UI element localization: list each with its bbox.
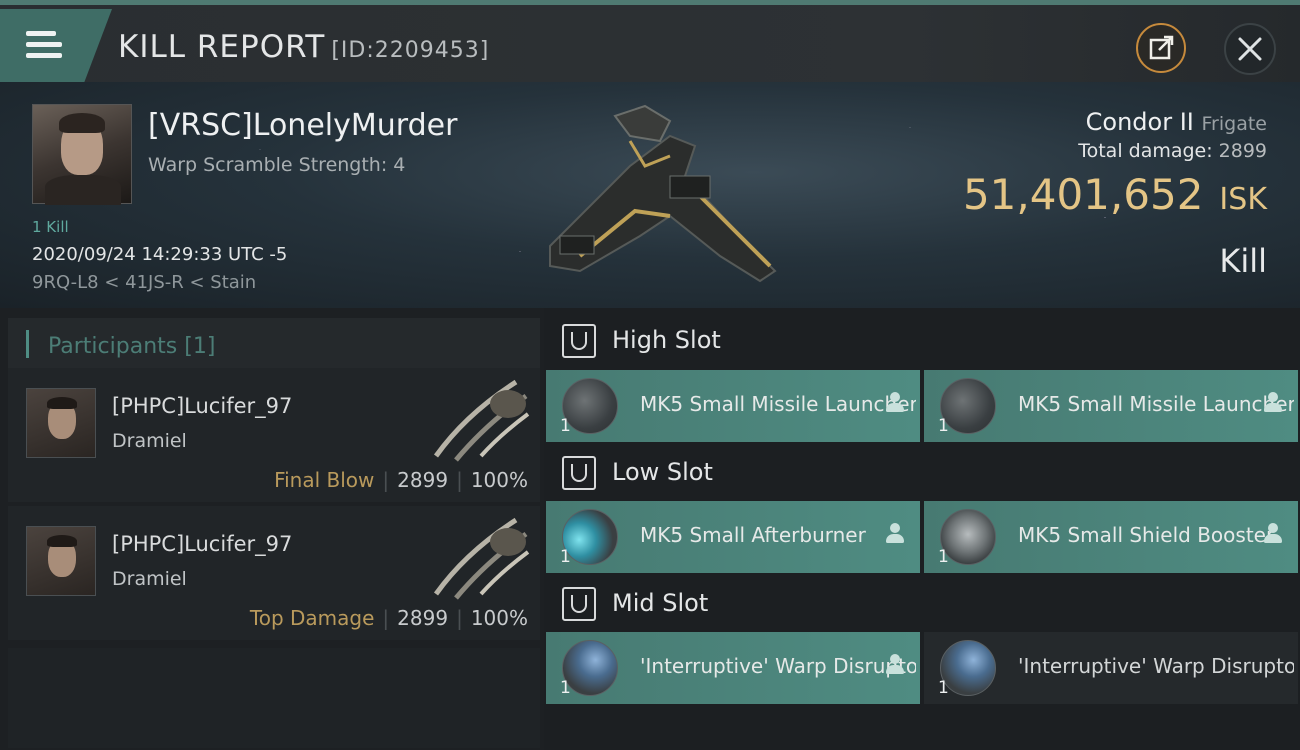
participant-avatar[interactable]: [26, 526, 96, 596]
kill-location: 9RQ-L8 < 41JS-R < Stain: [32, 272, 257, 293]
high-slot-label: High Slot: [612, 326, 721, 354]
dramiel-ship-icon: [433, 517, 530, 600]
share-external-icon[interactable]: [1138, 25, 1184, 71]
participant-ship: Dramiel: [112, 568, 187, 590]
person-icon: [1264, 392, 1282, 414]
kill-report-header: KILL REPORT [ID:2209453]: [0, 0, 1300, 83]
kill-result: Kill: [1219, 242, 1267, 280]
victim-ship-image: [549, 104, 777, 283]
mid-slot-label: Mid Slot: [612, 589, 709, 617]
total-damage-value: 2899: [1218, 140, 1267, 162]
module-slot[interactable]: 1 MK5 Small Missile Launcher: [924, 370, 1298, 442]
participant-row[interactable]: [PHPC]Lucifer_97 Dramiel Top Damage | 2899…: [8, 506, 540, 640]
dramiel-ship-icon: [433, 379, 530, 462]
participants-header: Participants [1]: [8, 318, 540, 368]
menu-button[interactable]: [0, 9, 112, 83]
top-damage-tag: Top Damage: [249, 606, 375, 630]
person-icon: [886, 523, 904, 545]
isk-unit: ISK: [1219, 182, 1267, 217]
participant-damage: 2899: [397, 468, 449, 492]
module-slot[interactable]: 1 MK5 Small Afterburner: [546, 501, 920, 573]
module-quantity: 1: [560, 678, 571, 698]
module-name: MK5 Small Missile Launcher: [1018, 392, 1294, 416]
victim-avatar[interactable]: [32, 104, 132, 205]
participant-name[interactable]: [PHPC]Lucifer_97: [112, 394, 292, 418]
module-name: MK5 Small Missile Launcher: [640, 392, 916, 416]
participant-name[interactable]: [PHPC]Lucifer_97: [112, 532, 292, 556]
module-name: MK5 Small Afterburner: [640, 523, 866, 547]
title-text: KILL REPORT: [118, 29, 326, 65]
module-quantity: 1: [560, 547, 571, 567]
close-button[interactable]: [1224, 23, 1276, 75]
participants-empty-area: [8, 648, 540, 748]
person-icon: [1264, 523, 1282, 545]
participants-panel: Participants [1] [PHPC]Lucifer_97 Dramie…: [0, 308, 544, 750]
page-title: KILL REPORT [ID:2209453]: [118, 29, 489, 65]
participant-stats: Top Damage | 2899 | 100%: [249, 606, 528, 630]
final-blow-tag: Final Blow: [274, 468, 375, 492]
module-slot[interactable]: 1 MK5 Small Shield Booster: [924, 501, 1298, 573]
kill-timestamp: 2020/09/24 14:29:33 UTC -5: [32, 244, 288, 265]
low-slot-icon: [562, 456, 596, 490]
participant-row[interactable]: [PHPC]Lucifer_97 Dramiel Final Blow | 2899…: [8, 368, 540, 502]
victim-banner: [VRSC]LonelyMurder Warp Scramble Strengt…: [0, 82, 1300, 308]
participant-ship: Dramiel: [112, 430, 187, 452]
isk-value: 51,401,652: [962, 170, 1204, 219]
module-name: 'Interruptive' Warp Disruptor: [640, 654, 916, 678]
participant-stats: Final Blow | 2899 | 100%: [274, 468, 528, 492]
warp-scramble-strength: Warp Scramble Strength: 4: [148, 154, 406, 176]
module-slot[interactable]: 1 'Interruptive' Warp Disruptor: [924, 632, 1298, 704]
high-slot-header: High Slot: [544, 308, 1300, 370]
module-name: MK5 Small Shield Booster: [1018, 523, 1275, 547]
total-damage: Total damage: 2899: [1078, 140, 1267, 162]
isk-value-line: 51,401,652 ISK: [963, 170, 1267, 219]
module-quantity: 1: [938, 678, 949, 698]
mid-slot-header: Mid Slot: [544, 571, 1300, 633]
low-slot-header: Low Slot: [544, 440, 1300, 502]
participants-label: Participants: [48, 334, 178, 359]
participant-avatar[interactable]: [26, 388, 96, 458]
participant-percent: 100%: [470, 606, 528, 630]
ship-class: Frigate: [1201, 113, 1267, 135]
person-icon: [886, 392, 904, 414]
participants-title: Participants [1]: [48, 334, 215, 359]
person-icon: [886, 654, 904, 676]
module-quantity: 1: [560, 416, 571, 436]
module-name: 'Interruptive' Warp Disruptor: [1018, 654, 1294, 678]
low-slot-label: Low Slot: [612, 458, 713, 486]
fitting-panel: High Slot 1 MK5 Small Missile Launcher 1…: [544, 308, 1300, 750]
victim-name[interactable]: [VRSC]LonelyMurder: [148, 108, 457, 143]
participant-percent: 100%: [470, 468, 528, 492]
share-button[interactable]: [1136, 23, 1186, 73]
module-quantity: 1: [938, 416, 949, 436]
participants-count: [1]: [184, 334, 216, 359]
mid-slot-icon: [562, 587, 596, 621]
ship-name-text: Condor II: [1085, 108, 1194, 136]
close-x-icon[interactable]: [1226, 25, 1274, 73]
victim-ship-name: Condor II Frigate: [1086, 108, 1267, 136]
report-id: [ID:2209453]: [331, 38, 490, 63]
module-quantity: 1: [938, 547, 949, 567]
kill-count: 1 Kill: [32, 218, 69, 236]
module-slot[interactable]: 1 'Interruptive' Warp Disruptor: [546, 632, 920, 704]
participant-damage: 2899: [397, 606, 449, 630]
hamburger-menu-icon[interactable]: [26, 31, 62, 59]
total-damage-label: Total damage:: [1078, 140, 1213, 162]
high-slot-icon: [562, 324, 596, 358]
module-slot[interactable]: 1 MK5 Small Missile Launcher: [546, 370, 920, 442]
